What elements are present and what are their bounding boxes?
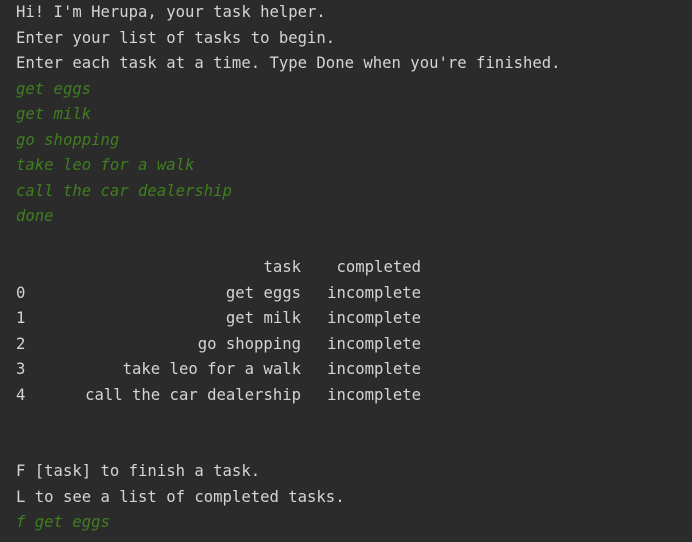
table-row: 0 get eggs incomplete	[16, 281, 692, 307]
table-header: task completed	[16, 255, 692, 281]
user-input-line: take leo for a walk	[16, 156, 195, 174]
table-header-index	[16, 255, 49, 281]
intro-line: Hi! I'm Herupa, your task helper.	[16, 3, 326, 21]
user-input-line: call the car dealership	[16, 181, 232, 200]
row-status: incomplete	[327, 385, 421, 404]
table-header-completed: completed	[336, 258, 422, 276]
row-task: call the car dealership	[85, 385, 301, 404]
intro-line: Enter each task at a time. Type Done whe…	[16, 54, 561, 72]
table-row: 4 call the car dealership incomplete	[16, 383, 692, 409]
row-status: incomplete	[327, 283, 421, 302]
menu-line: F [task] to finish a task.	[16, 462, 261, 480]
row-index: 2	[16, 334, 26, 353]
menu-line: L to see a list of completed tasks.	[16, 487, 345, 506]
user-input-line: get eggs	[16, 79, 92, 98]
row-task: get eggs	[225, 283, 301, 302]
user-input-line: get milk	[16, 105, 92, 123]
row-index: 3	[16, 360, 26, 378]
table-row: 1 get milk incomplete	[16, 306, 692, 332]
row-index: 0	[16, 283, 26, 302]
row-status: incomplete	[327, 309, 421, 327]
console-output[interactable]: Hi! I'm Herupa, your task helper. Enter …	[0, 0, 692, 542]
row-task: go shopping	[197, 334, 301, 353]
intro-line: Enter your list of tasks to begin.	[16, 28, 336, 47]
row-status: incomplete	[327, 360, 421, 378]
task-table: task completed 0 get eggs incomplete 1 g…	[16, 255, 692, 408]
row-index: 1	[16, 309, 26, 327]
row-index: 4	[16, 385, 26, 404]
user-input-line: go shopping	[16, 130, 120, 149]
row-task: get milk	[225, 309, 301, 327]
row-task: take leo for a walk	[122, 360, 301, 378]
table-header-task: task	[263, 258, 301, 276]
row-status: incomplete	[327, 334, 421, 353]
user-input-line: done	[16, 207, 54, 225]
table-row: 3 take leo for a walk incomplete	[16, 357, 692, 383]
table-row: 2 go shopping incomplete	[16, 332, 692, 358]
command-input-line[interactable]: f get eggs	[16, 510, 692, 536]
